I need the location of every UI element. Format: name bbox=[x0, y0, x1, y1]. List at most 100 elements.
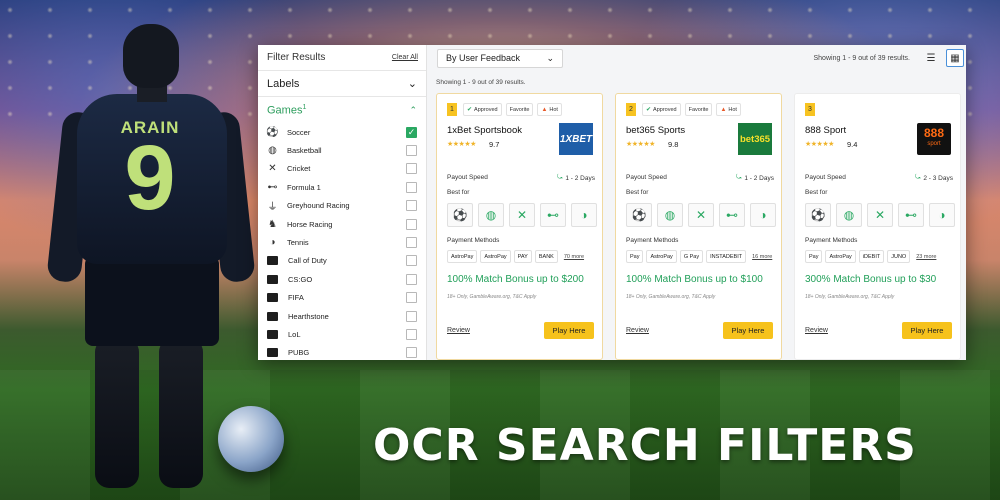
race-car-icon: ⊷ bbox=[898, 203, 924, 227]
game-filter-item[interactable]: FIFA bbox=[258, 289, 426, 307]
game-filter-item[interactable]: Call of Duty bbox=[258, 252, 426, 270]
bookmaker-logo[interactable]: bet365 bbox=[738, 123, 772, 155]
game-filter-checkbox[interactable] bbox=[406, 273, 417, 285]
cricket-icon: ✕ bbox=[268, 163, 277, 175]
payment-method-logo: Pay bbox=[626, 250, 644, 263]
bookmaker-name: bet365 Sports bbox=[626, 125, 686, 136]
game-filter-label: LoL bbox=[288, 329, 301, 339]
best-for-icons: ⚽ ◍ ✕ ⊷ ◑ bbox=[626, 203, 776, 227]
game-filter-checkbox[interactable] bbox=[406, 200, 417, 212]
bookmaker-logo[interactable]: 888 sport bbox=[917, 123, 951, 155]
game-filter-checkbox[interactable] bbox=[406, 310, 417, 322]
flame-icon: ▲ bbox=[541, 106, 548, 113]
game-filter-item[interactable]: ⊷ Formula 1 bbox=[258, 178, 426, 196]
game-filter-item[interactable]: PUBG bbox=[258, 344, 426, 360]
list-view-button[interactable]: ☰ bbox=[922, 49, 940, 67]
play-here-button[interactable]: Play Here bbox=[902, 322, 952, 339]
game-filter-checkbox[interactable] bbox=[406, 163, 417, 175]
check-circle-icon: ✔ bbox=[467, 107, 473, 113]
game-filter-checkbox[interactable] bbox=[406, 145, 417, 157]
game-filter-item[interactable]: CS:GO bbox=[258, 270, 426, 288]
review-link[interactable]: Review bbox=[447, 327, 470, 334]
soccer-ball-icon: ⚽ bbox=[447, 203, 473, 227]
payment-methods-label: Payment Methods bbox=[447, 237, 500, 244]
card-badges: 3 bbox=[805, 103, 817, 116]
review-link[interactable]: Review bbox=[626, 327, 649, 334]
cricket-icon: ✕ bbox=[688, 203, 714, 227]
game-filter-item[interactable]: Hearthstone bbox=[258, 307, 426, 325]
filter-header: Filter Results Clear All bbox=[258, 45, 426, 71]
bonus-offer: 300% Match Bonus up to $30 bbox=[805, 274, 937, 285]
more-payments-link[interactable]: 16 more bbox=[752, 254, 772, 260]
results-count: Showing 1 - 9 out of 39 results. bbox=[813, 54, 911, 62]
fifa-icon bbox=[267, 293, 278, 303]
payment-method-logo: PAY bbox=[513, 250, 532, 263]
basketball-icon: ◍ bbox=[657, 203, 683, 227]
game-filter-label: FIFA bbox=[288, 293, 304, 303]
game-filter-item[interactable]: ◑ Tennis bbox=[258, 233, 426, 251]
check-circle-icon: ✔ bbox=[646, 107, 652, 113]
chevron-up-icon: ⌃ bbox=[409, 104, 417, 115]
csgo-icon bbox=[267, 274, 278, 284]
approved-badge: ✔ Approved bbox=[463, 103, 502, 116]
game-filter-label: Tennis bbox=[287, 238, 309, 248]
view-controls: Showing 1 - 9 out of 39 results. ☰ ▦ bbox=[814, 49, 967, 67]
payment-method-logo: AstroPay bbox=[480, 250, 511, 263]
clear-all-link[interactable]: Clear All bbox=[392, 54, 418, 61]
game-filter-label: Formula 1 bbox=[287, 182, 321, 192]
play-here-button[interactable]: Play Here bbox=[544, 322, 594, 339]
payment-method-logo: AstroPay bbox=[825, 250, 856, 263]
grid-view-button[interactable]: ▦ bbox=[946, 49, 964, 67]
game-filter-item[interactable]: ⚽ Soccer ✓ bbox=[258, 123, 426, 141]
best-for-label: Best for bbox=[626, 189, 649, 196]
game-filter-item[interactable]: ✕ Cricket bbox=[258, 160, 426, 178]
game-filter-checkbox[interactable] bbox=[406, 347, 417, 359]
payout-speed: Payout Speed ⤿ 1 - 2 Days bbox=[447, 174, 595, 182]
games-section-title: Games1 bbox=[267, 103, 307, 117]
banner-caption: OCR SEARCH FILTERS bbox=[373, 420, 917, 471]
game-filter-checkbox[interactable] bbox=[406, 237, 417, 249]
list-icon: ☰ bbox=[926, 52, 936, 64]
race-car-icon: ⊷ bbox=[267, 181, 278, 193]
best-for-label: Best for bbox=[447, 189, 470, 196]
grid-icon: ▦ bbox=[950, 52, 960, 64]
game-filter-checkbox[interactable] bbox=[406, 328, 417, 340]
more-payments-link[interactable]: 23 more bbox=[916, 254, 936, 260]
tennis-ball-icon: ◑ bbox=[571, 203, 597, 227]
player-shorts bbox=[85, 256, 219, 346]
best-for-label: Best for bbox=[805, 189, 828, 196]
game-filter-item[interactable]: ♞ Horse Racing bbox=[258, 215, 426, 233]
labels-section-toggle[interactable]: Labels ⌄ bbox=[258, 71, 426, 97]
more-payments-link[interactable]: 70 more bbox=[564, 254, 584, 260]
game-filter-checkbox[interactable] bbox=[406, 292, 417, 304]
game-filter-checkbox[interactable] bbox=[406, 218, 417, 230]
bookmaker-card: 3 888 Sport ★★★★★ 9.4 888 sport Payout Speed ⤿ 2… bbox=[794, 93, 961, 360]
game-filter-checkbox[interactable]: ✓ bbox=[406, 126, 417, 138]
game-filter-item[interactable]: LoL bbox=[258, 325, 426, 343]
terms-text: 18+ Only, GambleAware.org, T&C Apply bbox=[447, 294, 537, 300]
sort-dropdown[interactable]: By User Feedback ⌄ bbox=[437, 48, 563, 68]
games-count-badge: 1 bbox=[302, 103, 307, 111]
games-section-toggle[interactable]: Games1 ⌃ bbox=[258, 97, 426, 123]
star-rating-icon: ★★★★★ bbox=[805, 141, 834, 148]
speed-gauge-icon: ⤿ bbox=[556, 174, 563, 181]
game-filter-label: Greyhound Racing bbox=[287, 201, 350, 211]
bookmaker-card: 2 ✔ Approved Favorite ▲ Hot bet365 Sports ★★★★★… bbox=[615, 93, 782, 360]
payment-method-logo: AstroPay bbox=[646, 250, 677, 263]
bookmaker-logo[interactable]: 1XBET bbox=[559, 123, 593, 155]
game-filter-item[interactable]: ⏚ Greyhound Racing bbox=[258, 197, 426, 215]
favorite-badge: Favorite bbox=[505, 103, 534, 116]
play-here-button[interactable]: Play Here bbox=[723, 322, 773, 339]
game-filter-checkbox[interactable] bbox=[406, 255, 417, 267]
results-summary: Showing 1 - 9 out of 39 results. bbox=[436, 79, 526, 86]
basketball-icon: ◍ bbox=[478, 203, 504, 227]
review-link[interactable]: Review bbox=[805, 327, 828, 334]
game-filter-checkbox[interactable] bbox=[406, 181, 417, 193]
game-filter-item[interactable]: ◍ Basketball bbox=[258, 141, 426, 159]
flame-icon: ▲ bbox=[720, 106, 727, 113]
terms-text: 18+ Only, GambleAware.org, T&C Apply bbox=[626, 294, 716, 300]
game-filter-label: Cricket bbox=[287, 164, 311, 174]
bookmaker-cards: 1 ✔ Approved Favorite ▲ Hot 1xBet Sportsbook ★★… bbox=[436, 93, 966, 360]
rank-badge: 2 bbox=[626, 103, 636, 116]
payout-speed: Payout Speed ⤿ 1 - 2 Days bbox=[626, 174, 774, 182]
